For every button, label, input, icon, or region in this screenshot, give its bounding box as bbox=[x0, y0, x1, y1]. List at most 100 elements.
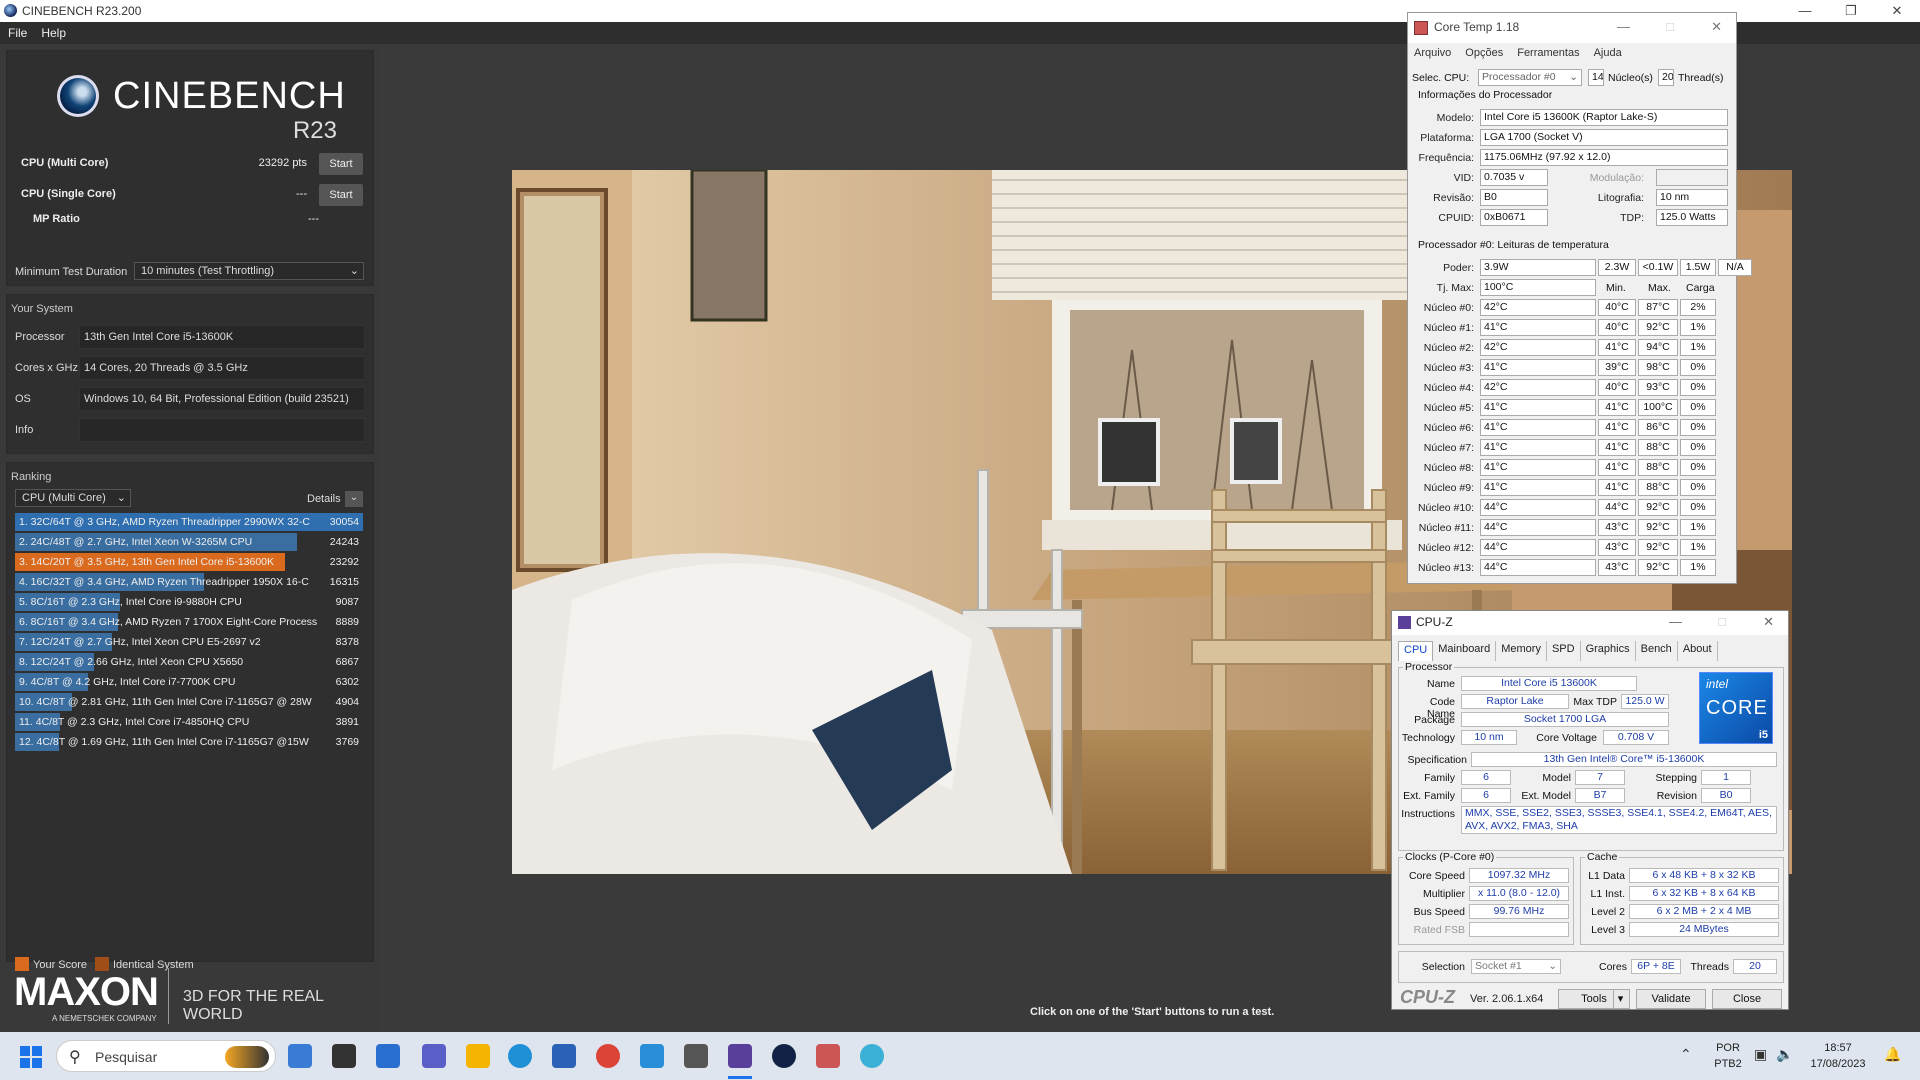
ranking-item[interactable]: 9. 4C/8T @ 4.2 GHz, Intel Core i7-7700K … bbox=[15, 673, 363, 691]
selection-dropdown[interactable]: Socket #1 ⌄ bbox=[1471, 959, 1561, 974]
tdp-value: 125.0 Watts bbox=[1656, 209, 1728, 226]
core-temp-current: 44°C bbox=[1480, 559, 1596, 576]
ranking-item[interactable]: 2. 24C/48T @ 2.7 GHz, Intel Xeon W-3265M… bbox=[15, 533, 363, 551]
coretemp-menu-ajuda[interactable]: Ajuda bbox=[1594, 43, 1622, 63]
validate-button[interactable]: Validate bbox=[1636, 989, 1706, 1009]
os-value: Windows 10, 64 Bit, Professional Edition… bbox=[79, 387, 365, 411]
tools-button[interactable]: Tools ▾ bbox=[1558, 989, 1630, 1009]
cpu-select-dropdown[interactable]: Processador #0 ⌄ bbox=[1478, 69, 1582, 86]
details-toggle-icon[interactable]: ⌄ bbox=[345, 491, 363, 507]
ranking-select[interactable]: CPU (Multi Core) ⌄ bbox=[15, 489, 131, 507]
info-row: Info bbox=[15, 418, 365, 442]
ranking-item[interactable]: 5. 8C/16T @ 2.3 GHz, Intel Core i9-9880H… bbox=[15, 593, 363, 611]
package-label: Package bbox=[1414, 714, 1455, 726]
min-test-dropdown[interactable]: 10 minutes (Test Throttling) ⌄ bbox=[134, 262, 364, 280]
coretemp-maximize-button[interactable]: □ bbox=[1666, 13, 1674, 41]
edge-icon[interactable] bbox=[508, 1044, 532, 1068]
processor-group-title: Processor bbox=[1403, 661, 1455, 673]
multi-core-start-button[interactable]: Start bbox=[319, 153, 363, 175]
ranking-item[interactable]: 3. 14C/20T @ 3.5 GHz, 13th Gen Intel Cor… bbox=[15, 553, 363, 571]
volume-icon[interactable]: 🔈 bbox=[1776, 1046, 1793, 1063]
cpuid-row: CPUID: 0xB0671 TDP: 125.0 Watts bbox=[1408, 209, 1738, 227]
store-icon[interactable] bbox=[552, 1044, 576, 1068]
cinebench-taskbar-icon[interactable] bbox=[772, 1044, 796, 1068]
app-icon[interactable] bbox=[640, 1044, 664, 1068]
network-app-icon[interactable] bbox=[860, 1044, 884, 1068]
ranking-item[interactable]: 8. 12C/24T @ 2.66 GHz, Intel Xeon CPU X5… bbox=[15, 653, 363, 671]
ranking-item[interactable]: 12. 4C/8T @ 1.69 GHz, 11th Gen Intel Cor… bbox=[15, 733, 363, 751]
extfamily-label: Ext. Family bbox=[1403, 790, 1455, 802]
cpuz-maximize-button[interactable]: □ bbox=[1718, 611, 1726, 633]
calculator-icon[interactable] bbox=[684, 1044, 708, 1068]
tab-mainboard[interactable]: Mainboard bbox=[1433, 641, 1497, 661]
tab-memory[interactable]: Memory bbox=[1496, 641, 1547, 661]
close-button[interactable]: ✕ bbox=[1874, 0, 1920, 22]
cpuz-minimize-button[interactable]: — bbox=[1669, 611, 1682, 633]
tab-spd[interactable]: SPD bbox=[1547, 641, 1581, 661]
details-label[interactable]: Details bbox=[307, 493, 341, 505]
cores-label: Cores bbox=[1598, 961, 1627, 973]
close-button[interactable]: Close bbox=[1712, 989, 1782, 1009]
file-explorer-icon[interactable] bbox=[466, 1044, 490, 1068]
ranking-item[interactable]: 7. 12C/24T @ 2.7 GHz, Intel Xeon CPU E5-… bbox=[15, 633, 363, 651]
spec-value: 13th Gen Intel® Core™ i5-13600K bbox=[1471, 752, 1777, 767]
chevron-up-icon[interactable]: ⌃ bbox=[1680, 1046, 1692, 1063]
tab-graphics[interactable]: Graphics bbox=[1581, 641, 1636, 661]
revision-label: Revision bbox=[1656, 790, 1697, 802]
multi-core-score: 23292 pts bbox=[258, 157, 307, 169]
minimize-button[interactable]: — bbox=[1782, 0, 1828, 22]
ranking-item-score: 6867 bbox=[335, 656, 359, 668]
info-field[interactable] bbox=[79, 418, 365, 442]
ranking-item[interactable]: 10. 4C/8T @ 2.81 GHz, 11th Gen Intel Cor… bbox=[15, 693, 363, 711]
task-view-icon[interactable] bbox=[332, 1044, 356, 1068]
chrome-icon[interactable] bbox=[596, 1044, 620, 1068]
brand: CINEBENCH R23 bbox=[57, 71, 347, 151]
tab-bench[interactable]: Bench bbox=[1636, 641, 1678, 661]
notification-icon[interactable]: 🔔 bbox=[1884, 1046, 1901, 1063]
taskbar-search[interactable]: ⚲ Pesquisar bbox=[56, 1040, 276, 1072]
ranking-item[interactable]: 11. 4C/8T @ 2.3 GHz, Intel Core i7-4850H… bbox=[15, 713, 363, 731]
clock-time[interactable]: 18:57 bbox=[1808, 1042, 1868, 1054]
windows-start-button[interactable] bbox=[20, 1046, 42, 1068]
maximize-button[interactable]: ❐ bbox=[1828, 0, 1874, 22]
min-test-value: 10 minutes (Test Throttling) bbox=[141, 265, 275, 277]
widgets-icon[interactable] bbox=[376, 1044, 400, 1068]
cpuz-taskbar-icon[interactable] bbox=[728, 1044, 752, 1068]
maxtdp-value: 125.0 W bbox=[1621, 694, 1669, 709]
status-text: Click on one of the 'Start' buttons to r… bbox=[1030, 1006, 1275, 1018]
coretemp-menu-opcoes[interactable]: Opções bbox=[1465, 43, 1503, 63]
weather-widget-icon[interactable] bbox=[288, 1044, 312, 1068]
plataforma-value: LGA 1700 (Socket V) bbox=[1480, 129, 1728, 146]
info-label: Info bbox=[15, 424, 34, 436]
ranking-item[interactable]: 6. 8C/16T @ 3.4 GHz, AMD Ryzen 7 1700X E… bbox=[15, 613, 363, 631]
maxtdp-label: Max TDP bbox=[1573, 696, 1617, 708]
menu-file[interactable]: File bbox=[8, 26, 27, 40]
litografia-value: 10 nm bbox=[1656, 189, 1728, 206]
core-temp-row: Núcleo #2: 42°C 41°C 94°C 1% bbox=[1408, 339, 1738, 357]
ranking-item[interactable]: 1. 32C/64T @ 3 GHz, AMD Ryzen Threadripp… bbox=[15, 513, 363, 531]
plataforma-label: Plataforma: bbox=[1420, 132, 1474, 144]
ranking-item[interactable]: 4. 16C/32T @ 3.4 GHz, AMD Ryzen Threadri… bbox=[15, 573, 363, 591]
cpuid-value: 0xB0671 bbox=[1480, 209, 1548, 226]
chevron-down-icon: ⌄ bbox=[1569, 71, 1578, 83]
teams-icon[interactable] bbox=[422, 1044, 446, 1068]
lang-secondary[interactable]: PTB2 bbox=[1712, 1058, 1744, 1070]
coretemp-menu-arquivo[interactable]: Arquivo bbox=[1414, 43, 1451, 63]
tab-cpu[interactable]: CPU bbox=[1398, 641, 1434, 661]
lang-primary[interactable]: POR bbox=[1712, 1042, 1744, 1054]
clock-date[interactable]: 17/08/2023 bbox=[1808, 1058, 1868, 1070]
network-icon[interactable]: ▣ bbox=[1754, 1046, 1767, 1063]
coretemp-menu-ferramentas[interactable]: Ferramentas bbox=[1517, 43, 1579, 63]
cpuz-close-x-button[interactable]: ✕ bbox=[1763, 611, 1774, 633]
tab-about[interactable]: About bbox=[1678, 641, 1718, 661]
coretemp-close-button[interactable]: ✕ bbox=[1711, 13, 1722, 41]
menu-help[interactable]: Help bbox=[41, 26, 66, 40]
vid-value: 0.7035 v bbox=[1480, 169, 1548, 186]
coretemp-minimize-button[interactable]: — bbox=[1617, 13, 1630, 41]
your-system-panel: Your System Processor 13th Gen Intel Cor… bbox=[6, 294, 374, 454]
coretemp-taskbar-icon[interactable] bbox=[816, 1044, 840, 1068]
single-core-score: --- bbox=[296, 188, 307, 200]
mp-ratio-row: MP Ratio --- bbox=[33, 209, 373, 231]
single-core-start-button[interactable]: Start bbox=[319, 184, 363, 206]
spec-label: Specification bbox=[1407, 754, 1467, 766]
